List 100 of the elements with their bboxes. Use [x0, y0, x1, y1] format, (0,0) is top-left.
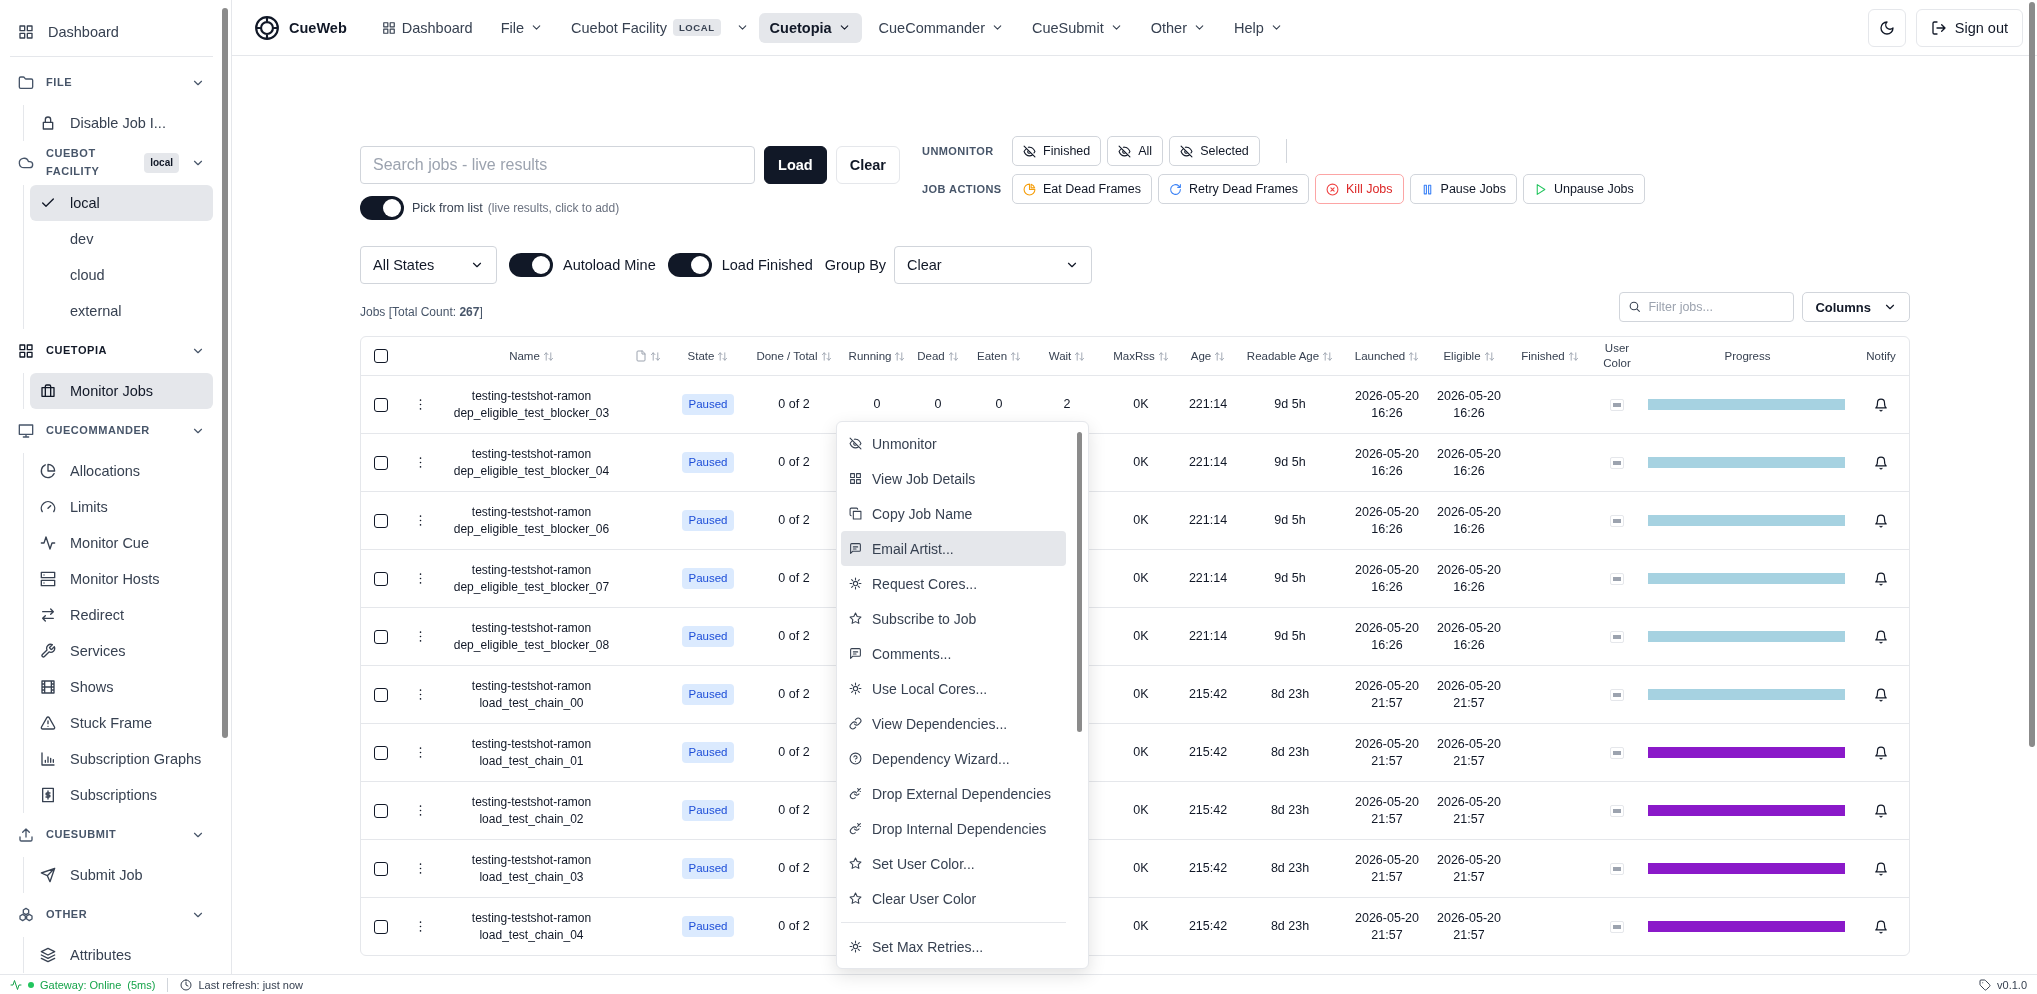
sidebar-item[interactable]: Limits: [30, 489, 213, 525]
nav-menu[interactable]: Other: [1139, 12, 1217, 43]
bell-icon[interactable]: [1874, 629, 1888, 644]
row-checkbox[interactable]: [374, 571, 388, 586]
color-swatch-icon[interactable]: [1610, 398, 1624, 411]
menu-item[interactable]: Set User Color...: [841, 846, 1066, 881]
menu-item[interactable]: Use Local Cores...: [841, 671, 1066, 706]
row-checkbox[interactable]: [374, 803, 388, 818]
unmonitor-button[interactable]: Finished: [1012, 136, 1102, 166]
column-header[interactable]: Eaten: [966, 337, 1032, 375]
sidebar-section[interactable]: CUETOPIA: [10, 329, 213, 373]
sidebar-section[interactable]: OTHER: [10, 893, 213, 937]
sidebar-item[interactable]: Monitor Jobs: [30, 373, 213, 409]
column-header[interactable]: Age: [1180, 337, 1236, 375]
state-select[interactable]: All States: [360, 246, 497, 284]
filter-field[interactable]: Filter jobs...: [1619, 292, 1795, 322]
sidebar-section[interactable]: CUEBOT FACILITY local: [10, 141, 213, 185]
nav-menu[interactable]: CueSubmit: [1020, 12, 1134, 43]
menu-item[interactable]: Set Max Retries...: [841, 922, 1066, 964]
color-swatch-icon[interactable]: [1610, 456, 1624, 469]
sidebar-item[interactable]: Subscription Graphs: [30, 741, 213, 777]
sidebar-item[interactable]: local: [30, 185, 213, 221]
menu-item[interactable]: Copy Job Name: [841, 496, 1066, 531]
row-checkbox[interactable]: [374, 861, 388, 876]
sidebar-item[interactable]: Submit Job: [30, 857, 213, 893]
bell-icon[interactable]: [1874, 397, 1888, 412]
sidebar-item[interactable]: Monitor Cue: [30, 525, 213, 561]
action-button[interactable]: Retry Dead Frames: [1157, 174, 1310, 204]
sidebar-section[interactable]: CUECOMMANDER: [10, 409, 213, 453]
toggle-switch[interactable]: [509, 253, 553, 277]
scrollbar-thumb[interactable]: [2029, 2, 2035, 747]
row-checkbox[interactable]: [374, 455, 388, 470]
unmonitor-button[interactable]: All: [1107, 136, 1164, 166]
clear-button[interactable]: Clear: [835, 146, 900, 184]
sidebar-item[interactable]: Disable Job I...: [30, 105, 213, 141]
color-swatch-icon[interactable]: [1610, 746, 1624, 759]
nav-menu[interactable]: File: [489, 12, 555, 43]
sidebar-item[interactable]: Services: [30, 633, 213, 669]
toggle-switch[interactable]: [360, 196, 404, 220]
sidebar-item[interactable]: Shows: [30, 669, 213, 705]
action-button[interactable]: Pause Jobs: [1409, 174, 1517, 204]
sidebar-section[interactable]: FILE: [10, 61, 213, 105]
sidebar-item[interactable]: external: [30, 293, 213, 329]
column-header[interactable]: Dead: [910, 337, 966, 375]
menu-item[interactable]: Dependency Wizard...: [841, 741, 1066, 776]
sidebar-item[interactable]: Subscriptions: [30, 777, 213, 813]
sidebar-item[interactable]: Dashboard: [10, 14, 213, 50]
row-checkbox[interactable]: [374, 629, 388, 644]
nav-menu[interactable]: CueCommander: [867, 12, 1015, 43]
bell-icon[interactable]: [1874, 745, 1888, 760]
bell-icon[interactable]: [1874, 861, 1888, 876]
menu-item[interactable]: Email Artist...: [841, 531, 1066, 566]
action-button[interactable]: Eat Dead Frames: [1012, 174, 1152, 204]
column-header[interactable]: Running: [844, 337, 910, 375]
nav-menu[interactable]: Dashboard: [370, 12, 484, 43]
group-by-select[interactable]: Clear: [894, 246, 1093, 284]
sidebar-item[interactable]: Allocations: [30, 453, 213, 489]
menu-item[interactable]: Subscribe to Job: [841, 601, 1066, 636]
search-field[interactable]: Search jobs - live results: [360, 146, 756, 184]
column-header[interactable]: Readable Age: [1236, 337, 1344, 375]
theme-button[interactable]: [1867, 8, 1906, 47]
menu-item[interactable]: View Dependencies...: [841, 706, 1066, 741]
scrollbar-thumb[interactable]: [222, 8, 228, 738]
sign-out-button[interactable]: Sign out: [1915, 8, 2023, 47]
row-checkbox[interactable]: [374, 397, 388, 412]
sidebar-section[interactable]: CUESUBMIT: [10, 813, 213, 857]
color-swatch-icon[interactable]: [1610, 630, 1624, 643]
menu-item[interactable]: View Job Details: [841, 461, 1066, 496]
sidebar-item[interactable]: dev: [30, 221, 213, 257]
action-button[interactable]: Unpause Jobs: [1522, 174, 1645, 204]
column-header[interactable]: Launched: [1344, 337, 1430, 375]
nav-menu[interactable]: Help: [1222, 12, 1294, 43]
toggle-switch[interactable]: [667, 253, 712, 277]
color-swatch-icon[interactable]: [1610, 572, 1624, 585]
bell-icon[interactable]: [1874, 803, 1888, 818]
menu-item[interactable]: Unmonitor: [841, 426, 1066, 461]
bell-icon[interactable]: [1874, 455, 1888, 470]
sidebar-item[interactable]: Attributes: [30, 937, 213, 973]
column-header[interactable]: Done / Total: [744, 337, 844, 375]
menu-item[interactable]: Comments...: [841, 636, 1066, 671]
column-header[interactable]: MaxRss: [1102, 337, 1180, 375]
load-button[interactable]: Load: [764, 146, 827, 184]
menu-item[interactable]: Drop Internal Dependencies: [841, 811, 1066, 846]
color-swatch-icon[interactable]: [1610, 862, 1624, 875]
menu-item[interactable]: Drop External Dependencies: [841, 776, 1066, 811]
action-button[interactable]: Kill Jobs: [1315, 174, 1404, 204]
row-checkbox[interactable]: [374, 513, 388, 528]
column-header[interactable]: State: [672, 337, 744, 375]
bell-icon[interactable]: [1874, 571, 1888, 586]
color-swatch-icon[interactable]: [1610, 514, 1624, 527]
sidebar-item[interactable]: Redirect: [30, 597, 213, 633]
nav-menu[interactable]: Cuetopia: [758, 12, 862, 43]
scrollbar-thumb[interactable]: [1077, 432, 1082, 732]
color-swatch-icon[interactable]: [1610, 920, 1624, 933]
bell-icon[interactable]: [1874, 513, 1888, 528]
nav-menu[interactable]: Cuebot Facility LOCAL: [560, 12, 732, 43]
columns-button[interactable]: Columns: [1802, 292, 1910, 322]
sidebar-item[interactable]: cloud: [30, 257, 213, 293]
bell-icon[interactable]: [1874, 919, 1888, 934]
row-checkbox[interactable]: [374, 745, 388, 760]
